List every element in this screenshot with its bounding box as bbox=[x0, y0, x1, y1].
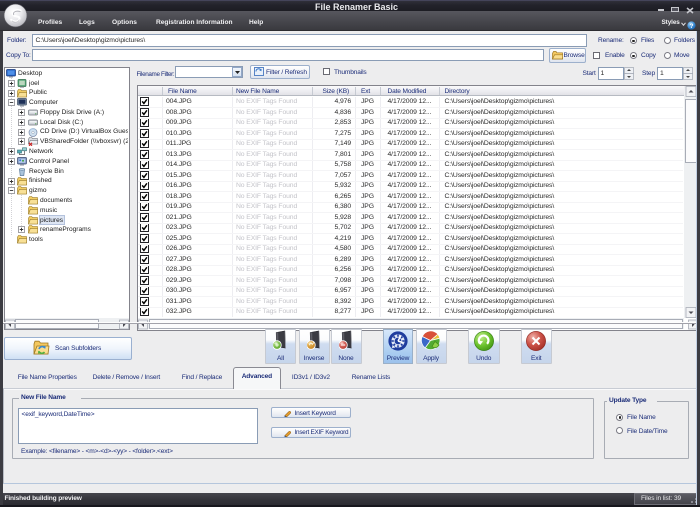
svg-text:?: ? bbox=[690, 22, 694, 29]
